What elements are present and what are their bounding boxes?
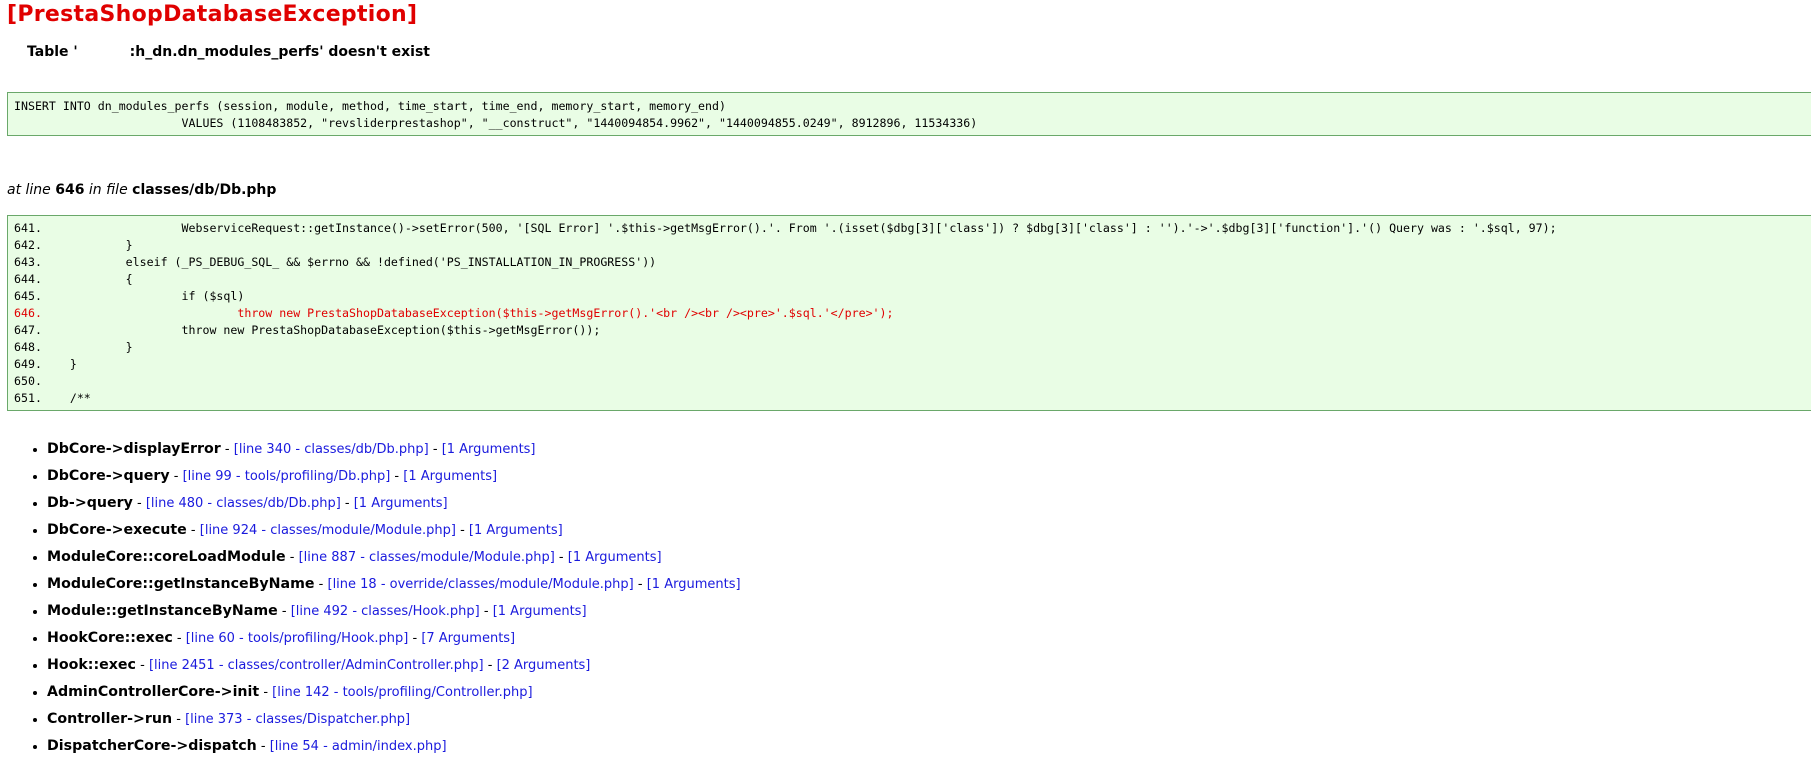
trace-location-link[interactable]: [line 54 - admin/index.php] (270, 739, 447, 754)
trace-separator: - (390, 469, 404, 484)
trace-separator: - (256, 739, 270, 754)
error-message-prefix: Table ' (27, 44, 78, 60)
trace-location-link[interactable]: [line 373 - classes/Dispatcher.php] (185, 712, 410, 727)
stack-trace-list: DbCore->displayError - [line 340 - class… (28, 436, 741, 760)
trace-function: AdminControllerCore->init (47, 684, 260, 700)
trace-arguments-link[interactable]: [1 Arguments] (647, 577, 741, 592)
trace-location-link[interactable]: [line 2451 - classes/controller/AdminCon… (149, 658, 484, 673)
trace-arguments-link[interactable]: [1 Arguments] (354, 496, 448, 511)
code-line: 641. WebserviceRequest::getInstance()->s… (14, 221, 1557, 235)
trace-arguments-link[interactable]: [1 Arguments] (493, 604, 587, 619)
trace-location-link[interactable]: [line 60 - tools/profiling/Hook.php] (186, 631, 409, 646)
trace-separator: - (340, 496, 354, 511)
trace-function: DbCore->execute (47, 522, 187, 538)
error-page: [PrestaShopDatabaseException] Table ' :h_… (0, 0, 1811, 762)
trace-item: Hook::exec - [line 2451 - classes/contro… (47, 652, 741, 679)
trace-item: AdminControllerCore->init - [line 142 - … (47, 679, 741, 706)
trace-item: ModuleCore::getInstanceByName - [line 18… (47, 571, 741, 598)
code-line: 642. } (14, 238, 133, 252)
sql-query-box: INSERT INTO dn_modules_perfs (session, m… (7, 92, 1811, 136)
trace-separator: - (132, 496, 146, 511)
trace-item: Module::getInstanceByName - [line 492 - … (47, 598, 741, 625)
code-line: 645. if ($sql) (14, 289, 245, 303)
location-prefix: at line (7, 182, 56, 198)
trace-separator: - (554, 550, 568, 565)
trace-function: HookCore::exec (47, 630, 173, 646)
trace-separator: - (285, 550, 299, 565)
trace-arguments-link[interactable]: [1 Arguments] (403, 469, 497, 484)
trace-separator: - (135, 658, 149, 673)
code-line: 649. } (14, 357, 77, 371)
trace-item: Db->query - [line 480 - classes/db/Db.ph… (47, 490, 741, 517)
code-line: 644. { (14, 272, 133, 286)
code-line: 651. /** (14, 391, 91, 405)
trace-location-link[interactable]: [line 99 - tools/profiling/Db.php] (183, 469, 391, 484)
trace-function: ModuleCore::getInstanceByName (47, 576, 315, 592)
trace-item: DbCore->execute - [line 924 - classes/mo… (47, 517, 741, 544)
trace-separator: - (186, 523, 200, 538)
trace-separator: - (172, 631, 186, 646)
code-line: 648. } (14, 340, 133, 354)
code-line: 650. (14, 374, 42, 388)
trace-item: Controller->run - [line 373 - classes/Di… (47, 706, 741, 733)
trace-separator: - (172, 712, 186, 727)
trace-location-link[interactable]: [line 340 - classes/db/Db.php] (234, 442, 429, 457)
trace-function: DbCore->displayError (47, 441, 221, 457)
trace-separator: - (277, 604, 291, 619)
trace-separator: - (259, 685, 273, 700)
trace-separator: - (483, 658, 497, 673)
trace-function: Controller->run (47, 711, 173, 727)
location-file: classes/db/Db.php (132, 182, 277, 198)
trace-location-link[interactable]: [line 492 - classes/Hook.php] (291, 604, 480, 619)
trace-separator: - (428, 442, 442, 457)
trace-function: DispatcherCore->dispatch (47, 738, 257, 754)
location-middle: in file (84, 182, 133, 198)
trace-function: Module::getInstanceByName (47, 603, 278, 619)
trace-arguments-link[interactable]: [2 Arguments] (497, 658, 591, 673)
trace-separator: - (633, 577, 647, 592)
trace-separator: - (479, 604, 493, 619)
trace-function: ModuleCore::coreLoadModule (47, 549, 286, 565)
trace-function: Hook::exec (47, 657, 136, 673)
trace-location-link[interactable]: [line 924 - classes/module/Module.php] (200, 523, 456, 538)
trace-function: DbCore->query (47, 468, 170, 484)
trace-arguments-link[interactable]: [1 Arguments] (469, 523, 563, 538)
location-line-number: 646 (55, 182, 85, 198)
trace-arguments-link[interactable]: [7 Arguments] (421, 631, 515, 646)
trace-location-link[interactable]: [line 18 - override/classes/module/Modul… (328, 577, 634, 592)
code-line: 647. throw new PrestaShopDatabaseExcepti… (14, 323, 601, 337)
trace-arguments-link[interactable]: [1 Arguments] (568, 550, 662, 565)
error-message: Table ' :h_dn.dn_modules_perfs' doesn't e… (27, 44, 430, 60)
code-line-highlighted: 646. throw new PrestaShopDatabaseExcepti… (14, 306, 894, 320)
error-location: at line 646 in file classes/db/Db.php (7, 182, 276, 198)
trace-location-link[interactable]: [line 480 - classes/db/Db.php] (146, 496, 341, 511)
trace-arguments-link[interactable]: [1 Arguments] (442, 442, 536, 457)
trace-separator: - (169, 469, 183, 484)
trace-item: DispatcherCore->dispatch - [line 54 - ad… (47, 733, 741, 760)
error-message-suffix: :h_dn.dn_modules_perfs' doesn't exist (129, 44, 430, 60)
exception-title: [PrestaShopDatabaseException] (7, 2, 418, 27)
trace-separator: - (220, 442, 234, 457)
sql-line-2: VALUES (1108483852, "revsliderprestashop… (14, 116, 978, 130)
trace-location-link[interactable]: [line 887 - classes/module/Module.php] (299, 550, 555, 565)
source-code-box: 641. WebserviceRequest::getInstance()->s… (7, 215, 1811, 411)
trace-location-link[interactable]: [line 142 - tools/profiling/Controller.p… (272, 685, 532, 700)
trace-separator: - (314, 577, 328, 592)
trace-separator: - (455, 523, 469, 538)
trace-separator: - (408, 631, 422, 646)
trace-item: DbCore->displayError - [line 340 - class… (47, 436, 741, 463)
trace-function: Db->query (47, 495, 133, 511)
code-line: 643. elseif (_PS_DEBUG_SQL_ && $errno &&… (14, 255, 657, 269)
trace-item: DbCore->query - [line 99 - tools/profili… (47, 463, 741, 490)
trace-item: ModuleCore::coreLoadModule - [line 887 -… (47, 544, 741, 571)
trace-item: HookCore::exec - [line 60 - tools/profil… (47, 625, 741, 652)
sql-line-1: INSERT INTO dn_modules_perfs (session, m… (14, 99, 726, 113)
